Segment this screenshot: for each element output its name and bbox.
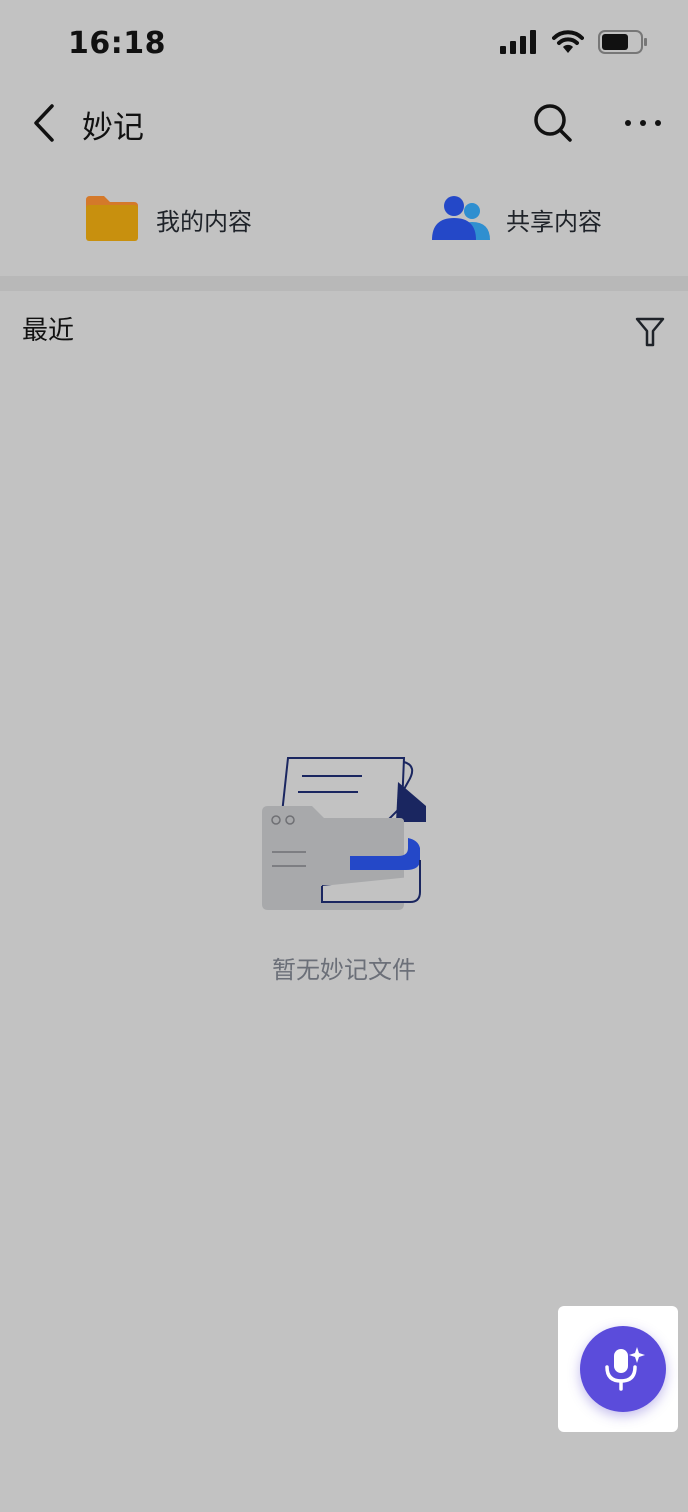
fab-container <box>558 1306 678 1432</box>
status-bar: 16:18 <box>0 0 688 90</box>
search-icon <box>534 104 572 142</box>
empty-folder-illustration <box>262 757 426 910</box>
more-horizontal-icon <box>625 120 661 126</box>
empty-state-message: 暂无妙记文件 <box>272 956 416 984</box>
folder-icon <box>86 196 138 241</box>
shared-content-label: 共享内容 <box>506 207 602 236</box>
status-time: 16:18 <box>68 26 166 61</box>
filter-button[interactable] <box>630 312 670 352</box>
more-button[interactable] <box>618 98 668 148</box>
chevron-left-icon <box>34 104 54 142</box>
shared-content-entry[interactable]: 共享内容 <box>432 186 602 252</box>
recent-section-title: 最近 <box>22 316 75 346</box>
quick-access-row: 我的内容 共享内容 <box>0 186 688 252</box>
people-icon <box>432 196 490 240</box>
microphone-sparkle-icon <box>605 1347 645 1391</box>
nav-bar: 妙记 <box>0 90 688 156</box>
search-button[interactable] <box>528 98 578 148</box>
battery-icon <box>598 30 647 54</box>
wifi-icon <box>552 30 584 53</box>
page-title: 妙记 <box>82 110 144 146</box>
filter-icon <box>635 317 665 347</box>
back-button[interactable] <box>24 100 64 146</box>
record-button[interactable] <box>580 1326 666 1412</box>
signal-icon <box>500 30 536 54</box>
status-icons <box>500 30 648 54</box>
section-divider <box>0 276 688 291</box>
my-content-label: 我的内容 <box>156 207 252 236</box>
my-content-entry[interactable]: 我的内容 <box>84 186 252 252</box>
